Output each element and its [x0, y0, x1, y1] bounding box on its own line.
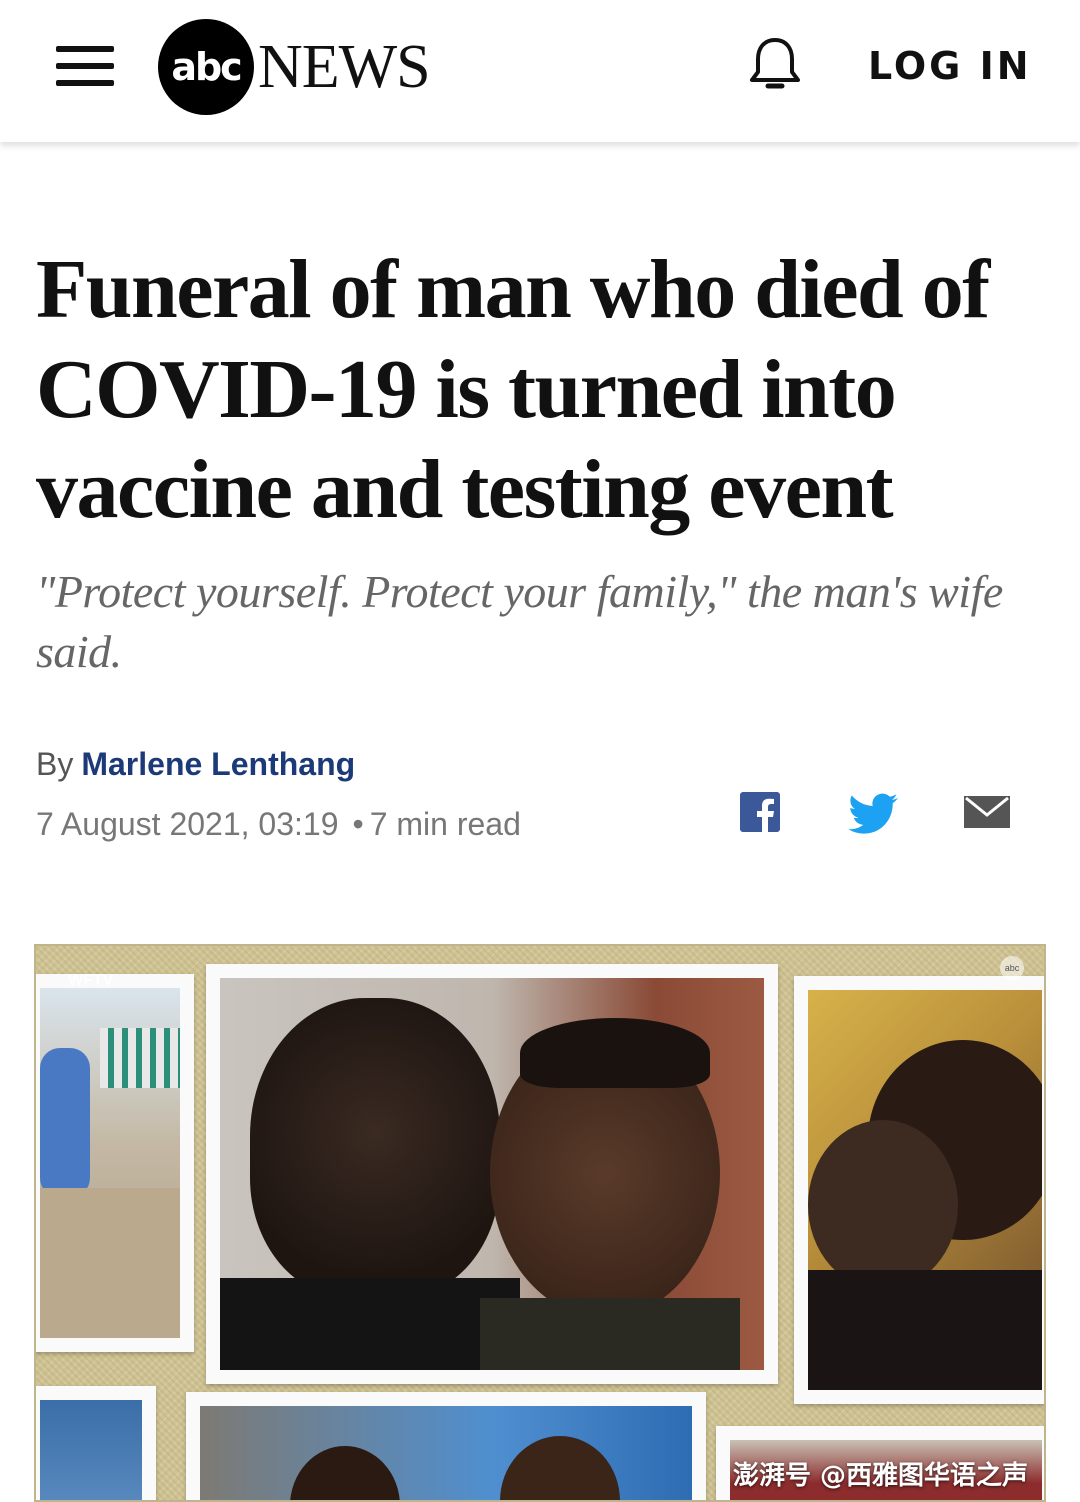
- photo-frame-left: [36, 974, 194, 1352]
- station-bug: WFTV: [68, 972, 114, 989]
- bell-icon[interactable]: [744, 34, 806, 96]
- photo-frame-bottom-center: [186, 1392, 706, 1500]
- byline: By Marlene Lenthang: [36, 746, 355, 783]
- photo-frame-right: [794, 976, 1044, 1404]
- twitter-icon[interactable]: [848, 790, 898, 836]
- top-nav-bar: abc NEWS LOG IN: [0, 0, 1080, 142]
- author-link[interactable]: Marlene Lenthang: [81, 746, 355, 782]
- email-icon[interactable]: [962, 790, 1012, 836]
- login-button[interactable]: LOG IN: [868, 44, 1032, 88]
- facebook-icon[interactable]: [736, 790, 786, 836]
- byline-prefix: By: [36, 746, 74, 782]
- network-bug: abc: [1000, 956, 1024, 980]
- article-hero-image[interactable]: WFTV abc 澎湃号 @西雅图华语之声: [34, 944, 1046, 1502]
- article-meta: 7 August 2021, 03:19 • 7 min read: [36, 806, 521, 843]
- publish-date: 7 August 2021, 03:19: [36, 806, 339, 842]
- read-time: 7 min read: [369, 806, 521, 842]
- news-wordmark: NEWS: [258, 32, 431, 101]
- abc-news-logo[interactable]: abc NEWS: [158, 18, 431, 116]
- hamburger-menu-icon[interactable]: [56, 44, 116, 88]
- photo-frame-bottom-left: [36, 1386, 156, 1500]
- source-watermark: 澎湃号 @西雅图华语之声: [732, 1461, 1028, 1491]
- article-subheadline: "Protect yourself. Protect your family,"…: [36, 566, 1003, 677]
- article-headline: Funeral of man who died of COVID-19 is t…: [36, 243, 990, 536]
- abc-logo-circle: abc: [158, 19, 254, 115]
- meta-separator: •: [352, 806, 364, 842]
- photo-frame-center: [206, 964, 778, 1384]
